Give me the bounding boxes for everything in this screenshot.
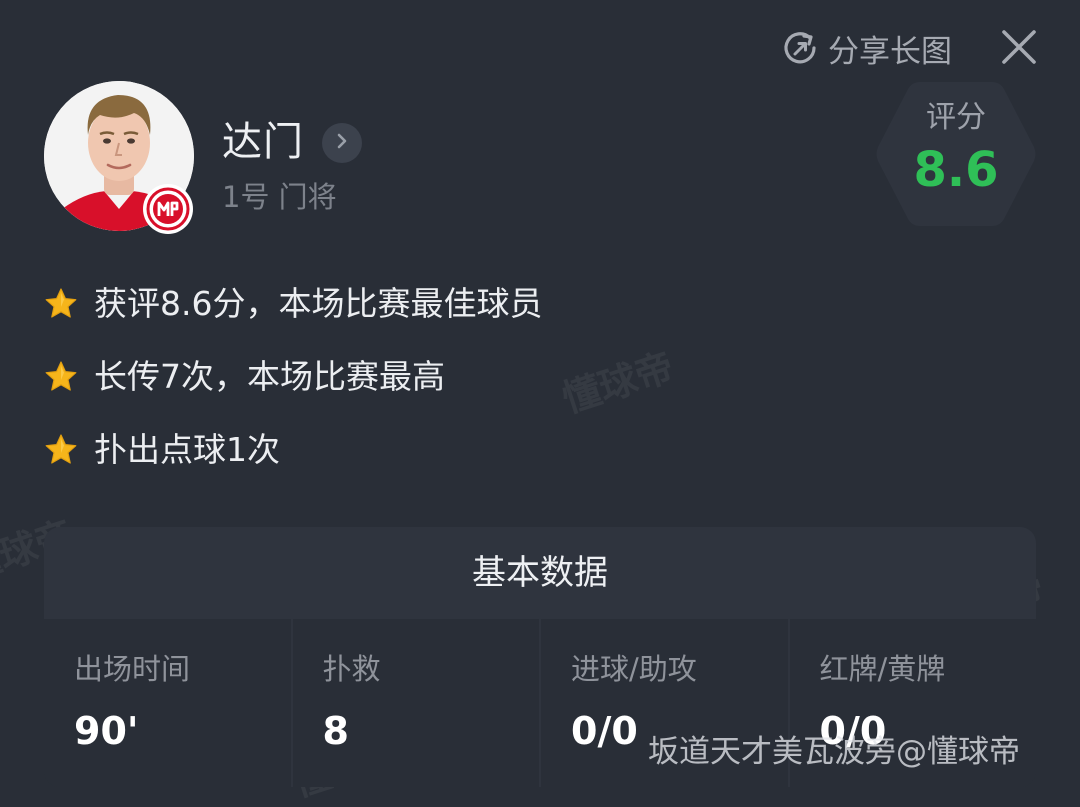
close-icon xyxy=(996,24,1042,70)
share-refresh-icon xyxy=(780,28,820,68)
stat-value: 90' xyxy=(74,709,139,753)
highlight-item: 获评8.6分，本场比赛最佳球员 xyxy=(44,275,542,333)
player-detail-button[interactable] xyxy=(322,123,362,163)
player-name[interactable]: 达门 xyxy=(222,116,304,168)
stat-label: 进球/助攻 xyxy=(571,652,697,686)
stat-minutes-played: 出场时间 90' xyxy=(44,619,293,787)
stat-label: 出场时间 xyxy=(74,652,191,686)
highlight-item: 扑出点球1次 xyxy=(44,421,542,479)
highlight-item: 长传7次，本场比赛最高 xyxy=(44,348,542,406)
star-icon xyxy=(45,288,77,318)
close-button[interactable] xyxy=(996,24,1042,70)
star-icon xyxy=(45,361,77,391)
rating-badge: 评分 8.6 xyxy=(876,80,1036,228)
chevron-right-icon xyxy=(332,131,352,155)
credit-watermark: 坂道天才美瓦波旁@懂球帝 xyxy=(648,734,1020,770)
highlight-text: 获评8.6分，本场比赛最佳球员 xyxy=(94,284,543,323)
stat-label: 扑救 xyxy=(322,652,381,686)
share-long-image-button[interactable]: 分享长图 xyxy=(780,26,952,70)
share-label: 分享长图 xyxy=(828,33,952,70)
watermark: 懂球帝 xyxy=(557,344,680,422)
rating-label: 评分 xyxy=(926,100,986,135)
stat-value: 0/0 xyxy=(571,709,638,753)
highlights-list: 获评8.6分，本场比赛最佳球员 长传7次，本场比赛最高 扑出点球1次 xyxy=(44,275,542,494)
star-icon xyxy=(45,434,77,464)
stat-value: 8 xyxy=(322,709,349,753)
highlight-text: 长传7次，本场比赛最高 xyxy=(94,357,445,396)
rating-value: 8.6 xyxy=(913,142,999,198)
stat-saves: 扑救 8 xyxy=(293,619,541,787)
player-number-position: 1号 门将 xyxy=(222,180,337,214)
stat-label: 红牌/黄牌 xyxy=(819,652,946,686)
club-badge-icon xyxy=(143,184,193,234)
stats-title: 基本数据 xyxy=(472,553,608,593)
highlight-text: 扑出点球1次 xyxy=(94,430,280,469)
